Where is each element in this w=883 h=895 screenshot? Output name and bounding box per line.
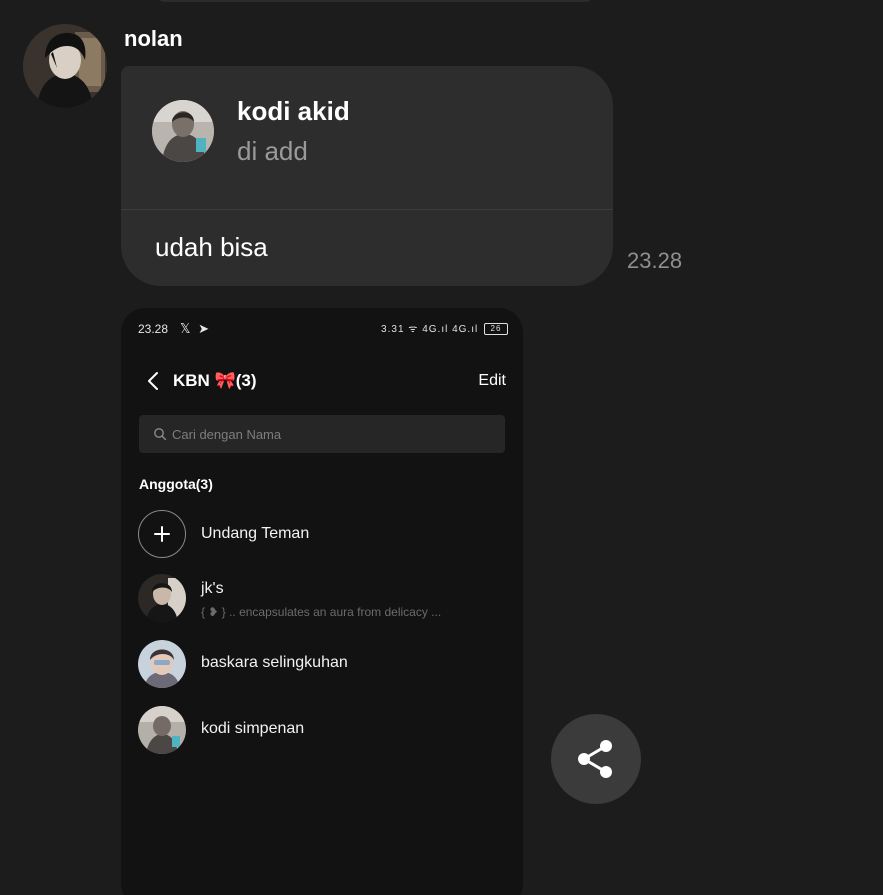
search-bar[interactable] (139, 415, 505, 453)
member-row[interactable]: kodi simpenan (121, 706, 523, 758)
members-section-title: Anggota(3) (139, 476, 213, 492)
status-left-icons: 𝕏 ➤ (180, 321, 211, 336)
battery-icon: 26 (484, 323, 508, 336)
status-bar: 23.28 𝕏 ➤ 3.31 ᯤ 4G.ıl 4G.ıl 26 (138, 321, 508, 338)
edit-button[interactable]: Edit (478, 372, 506, 390)
member-avatar[interactable] (138, 574, 186, 622)
member-row[interactable]: jk's { ❥ } .. encapsulates an aura from … (121, 574, 523, 626)
screenshot-image-message[interactable]: 23.28 𝕏 ➤ 3.31 ᯤ 4G.ıl 4G.ıl 26 KBN 🎀(3)… (121, 308, 523, 895)
search-input[interactable] (172, 415, 492, 453)
chat-page: nolan kodi akid di add udah bisa 23.28 2… (0, 0, 883, 895)
member-status: { ❥ } .. encapsulates an aura from delic… (201, 605, 442, 619)
contact-subtitle: di add (237, 136, 308, 166)
message-time: 23.28 (627, 248, 683, 273)
signal-icons: 3.31 ᯤ 4G.ıl 4G.ıl (381, 324, 479, 335)
member-avatar[interactable] (138, 706, 186, 754)
invite-friend-row[interactable]: Undang Teman (121, 510, 523, 562)
group-title: KBN 🎀(3) (173, 371, 257, 390)
share-button[interactable] (551, 714, 641, 804)
share-icon (578, 740, 612, 778)
member-name: baskara selingkuhan (201, 654, 348, 671)
previous-message-bubble[interactable] (155, 0, 595, 2)
status-time: 23.28 (138, 322, 169, 336)
invite-circle (138, 510, 186, 558)
member-name: kodi simpenan (201, 720, 305, 737)
sender-avatar[interactable] (23, 24, 107, 108)
invite-label: Undang Teman (201, 525, 310, 542)
member-row[interactable]: baskara selingkuhan (121, 640, 523, 692)
status-right-icons: 3.31 ᯤ 4G.ıl 4G.ıl 26 (381, 321, 508, 336)
group-header: KBN 🎀(3) Edit (121, 366, 523, 396)
chevron-left-icon[interactable] (143, 370, 165, 392)
contact-card[interactable]: kodi akid di add (121, 66, 613, 209)
member-avatar[interactable] (138, 640, 186, 688)
bubble-divider (121, 209, 613, 210)
member-name: jk's (201, 580, 224, 597)
message-bubble[interactable]: kodi akid di add udah bisa (121, 66, 613, 286)
search-icon (154, 428, 167, 441)
message-text: udah bisa (155, 232, 268, 262)
sender-name: nolan (124, 26, 183, 51)
contact-avatar[interactable] (152, 100, 214, 162)
contact-name: kodi akid (237, 96, 350, 126)
plus-icon (154, 526, 170, 542)
